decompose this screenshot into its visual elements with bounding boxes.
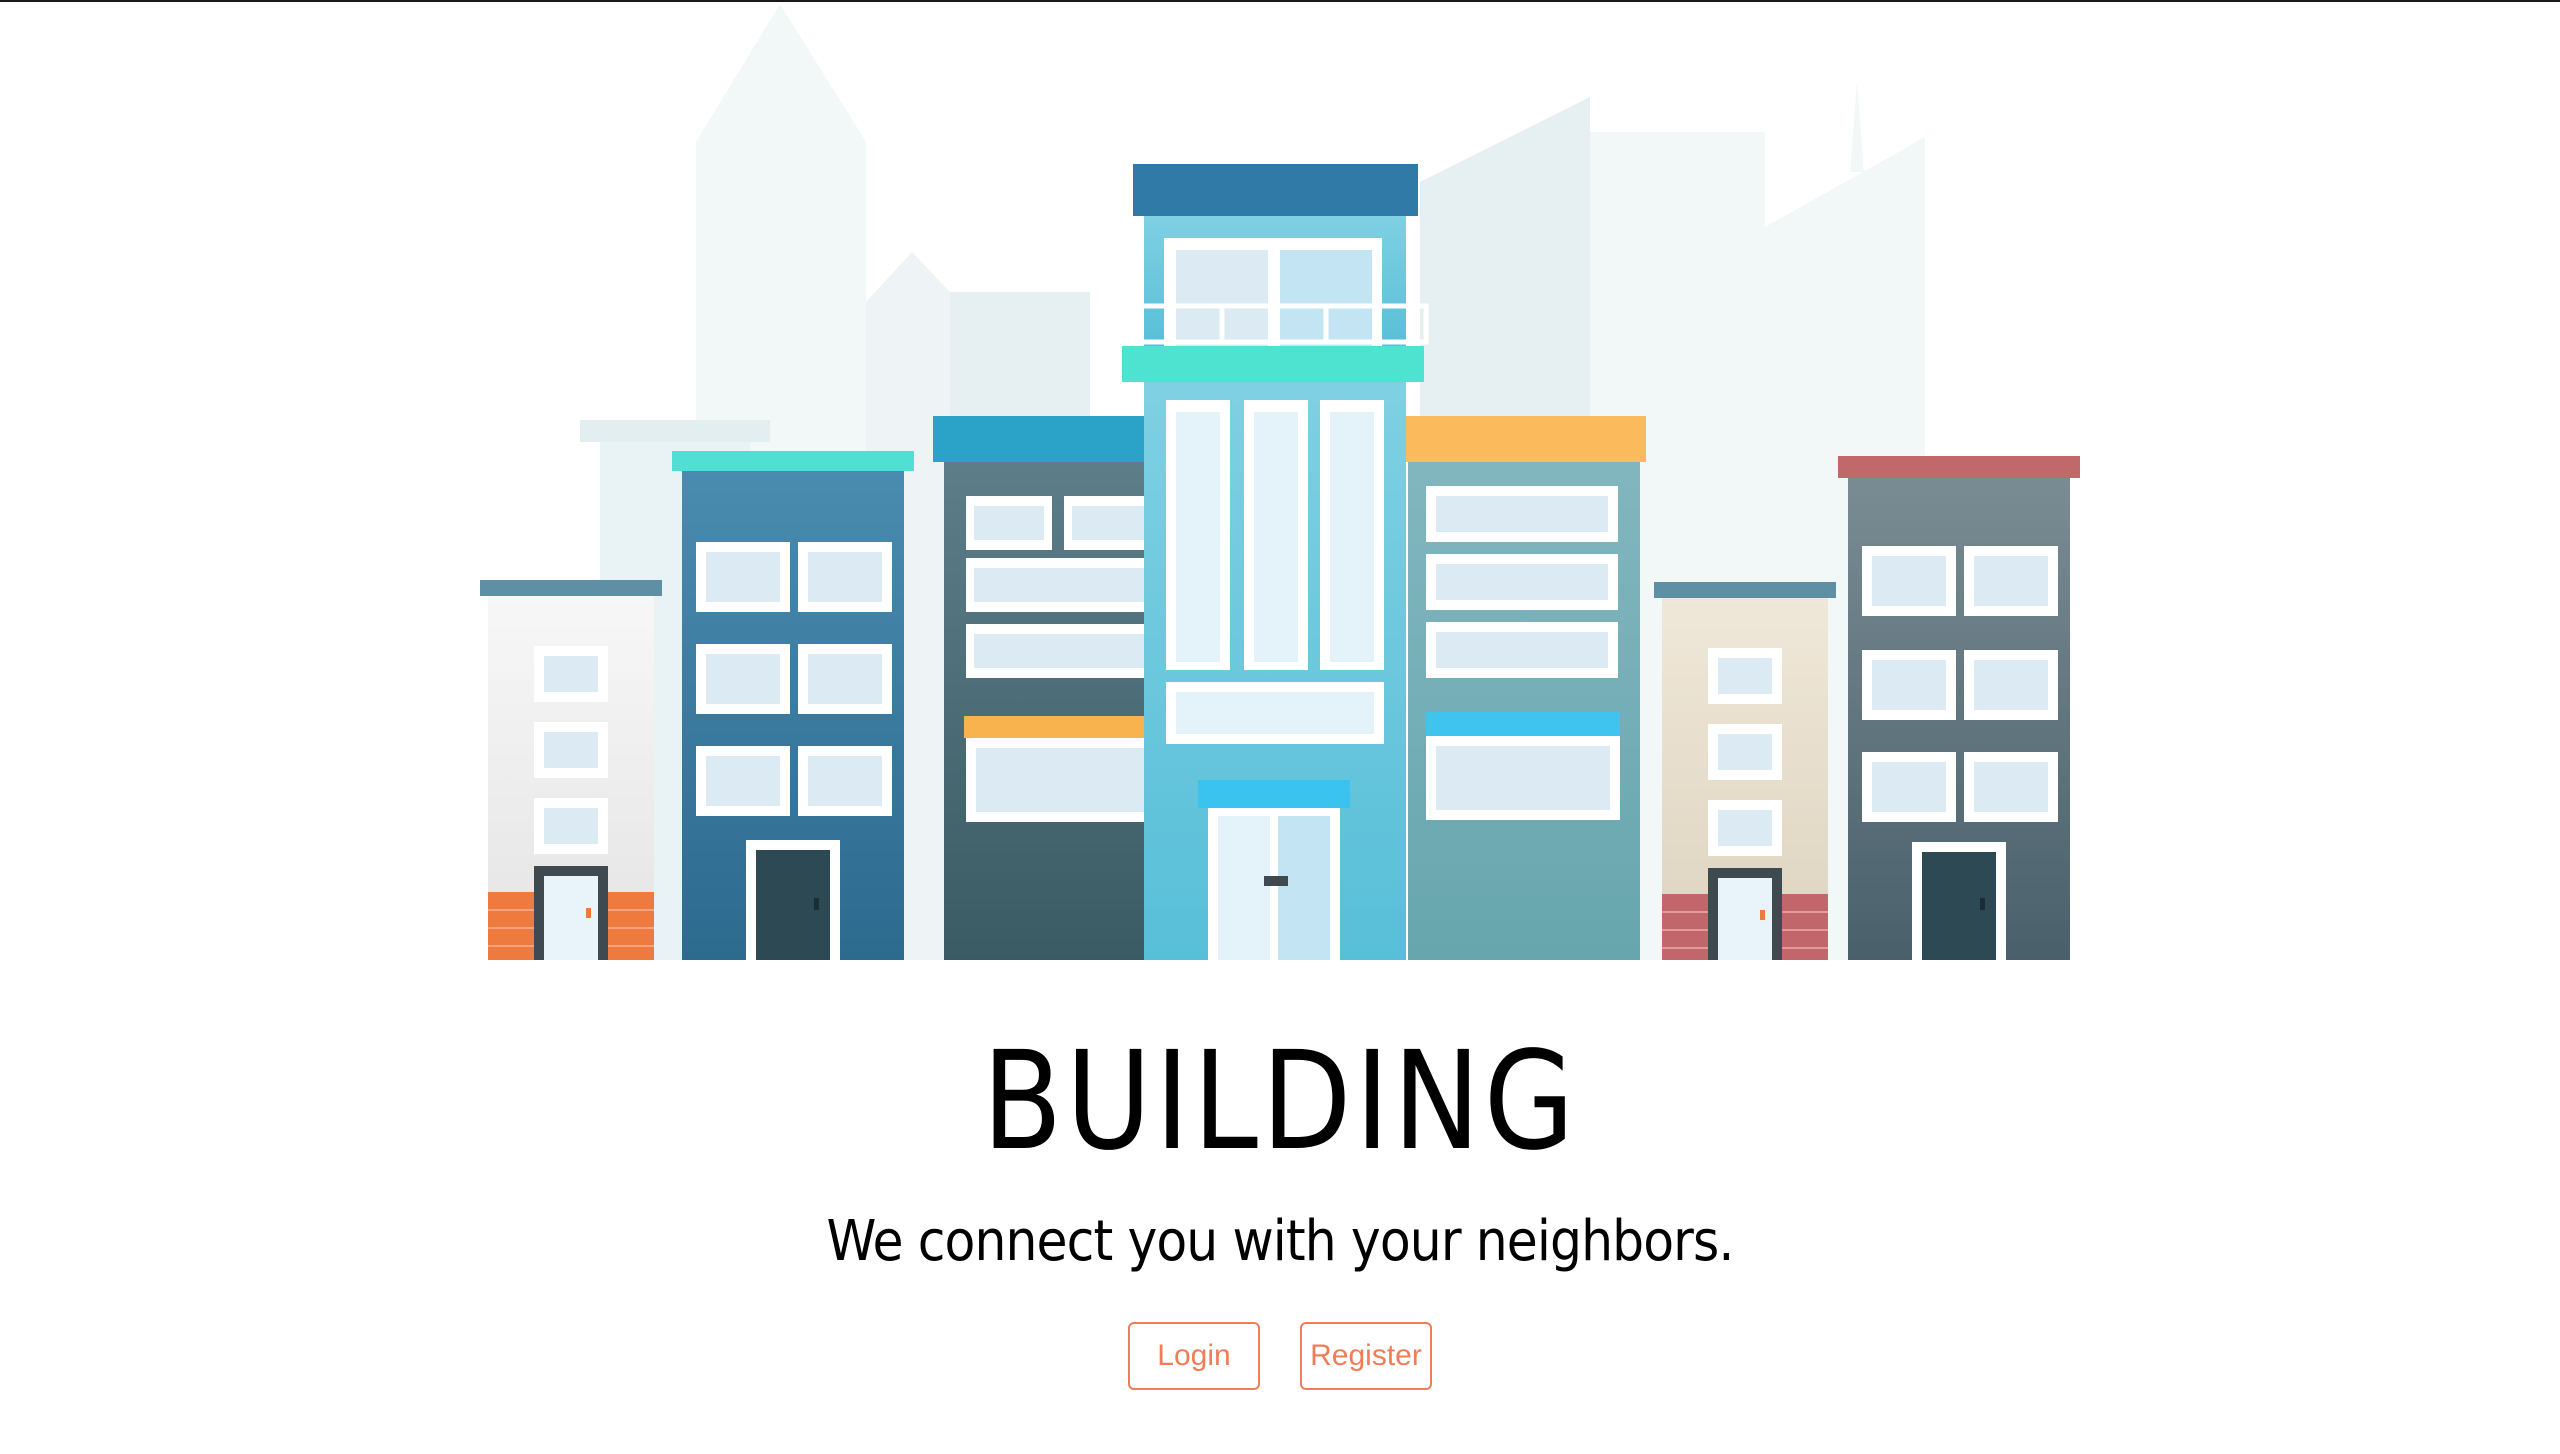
building-teal (1406, 416, 1646, 962)
tagline: We connect you with your neighbors. (826, 1209, 1734, 1274)
building-white (480, 580, 662, 962)
city-buildings-illustration (470, 4, 2090, 964)
building-gray-blue (1838, 456, 2080, 962)
login-button[interactable]: Login (1128, 1322, 1260, 1390)
building-slate (933, 416, 1145, 962)
brand-title: BUILDING (982, 1023, 1578, 1181)
landing-page: BUILDING We connect you with your neighb… (0, 0, 2560, 1454)
building-dark-blue (672, 451, 914, 962)
building-center-tower (1115, 164, 1429, 962)
auth-actions: Login Register (0, 1322, 2560, 1390)
building-beige (1654, 582, 1836, 962)
register-button[interactable]: Register (1300, 1322, 1432, 1390)
